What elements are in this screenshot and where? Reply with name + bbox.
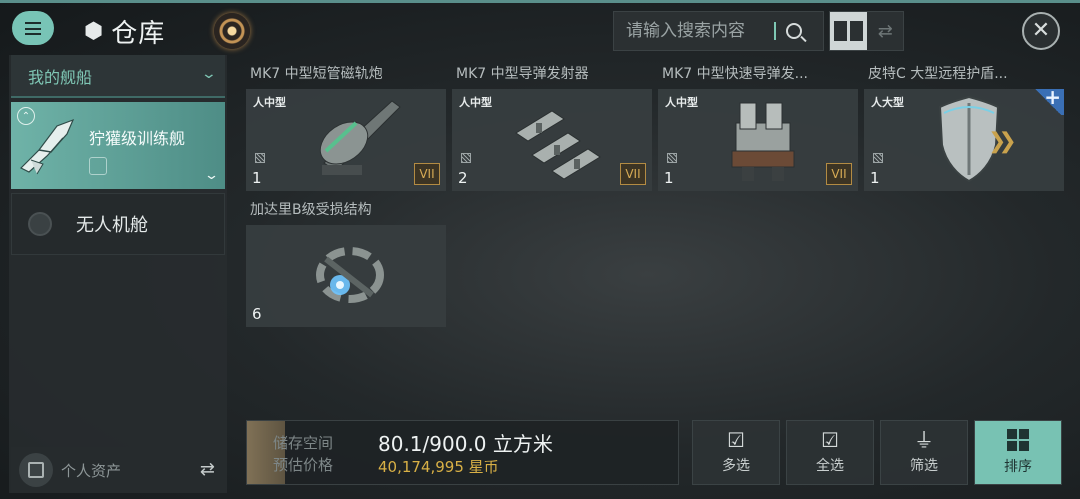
ship-name: 狞獾级训练舰: [89, 129, 186, 148]
structure-icon: [316, 247, 384, 303]
item-name: 加达里B级受损结构: [250, 202, 372, 218]
railgun-icon: [319, 100, 401, 175]
menu-icon: [25, 21, 41, 35]
tier-badge: VII: [826, 163, 852, 185]
price-value: 40,174,995 星币: [378, 458, 499, 476]
search-box: [613, 11, 824, 51]
item-tile[interactable]: 人中型 1 VII: [246, 89, 446, 191]
chevron-down-icon: ⌄: [203, 168, 220, 183]
filter-button[interactable]: ⏚ 筛选: [880, 420, 968, 485]
upgrade-chevron-icon: ❯❯: [988, 129, 1017, 154]
item-meta-icon: [873, 153, 883, 163]
page-title: 仓库: [111, 19, 166, 49]
storage-panel: 储存空间 预估价格 80.1/900.0 立方米 40,174,995 星币: [246, 420, 679, 485]
safe-icon-inner: [28, 462, 44, 478]
filter-icon: ⏚: [914, 428, 934, 452]
item-quantity: 6: [252, 305, 262, 323]
close-button[interactable]: ✕: [1022, 12, 1060, 50]
personal-assets-bar[interactable]: 个人资产 ⇄: [11, 447, 225, 493]
ship-dropdown[interactable]: 我的舰船 ⌄: [11, 55, 225, 98]
item-tile[interactable]: 人中型 1 VII: [658, 89, 858, 191]
inventory-item[interactable]: MK7 中型导弹发射器 人中型 2 VII: [452, 63, 652, 191]
item-size: 人大型: [871, 96, 904, 109]
item-meta-icon: [667, 153, 677, 163]
grid-view-button[interactable]: [830, 12, 868, 50]
sidebar-item-ship[interactable]: ⌃ 狞獾级训练舰 ⌄: [11, 102, 225, 189]
safe-icon: [19, 453, 53, 487]
drone-bay-label: 无人机舱: [76, 215, 148, 236]
tier-badge: VII: [414, 163, 440, 185]
multi-select-button[interactable]: ☑ 多选: [692, 420, 780, 485]
checkbox-icon: ☑: [727, 428, 745, 452]
inventory-item[interactable]: 皮特C 大型远程护盾... 人大型 ❯❯ 1 +: [864, 63, 1064, 191]
rapid-missile-icon: [731, 102, 795, 181]
warehouse-cube-icon: ⬢: [84, 18, 104, 44]
page-title-wrap: ⬢ 仓库: [84, 13, 165, 50]
search-separator: [774, 22, 776, 40]
tier-badge: VII: [620, 163, 646, 185]
item-quantity: 1: [252, 169, 262, 187]
select-all-icon: ☑: [821, 428, 839, 452]
list-view-button[interactable]: ⇄: [867, 12, 903, 50]
view-toggle: ⇄: [829, 11, 904, 51]
item-quantity: 2: [458, 169, 468, 187]
sort-grid-icon: [1007, 429, 1029, 451]
sort-button[interactable]: 排序: [974, 420, 1062, 485]
swap-arrows-icon[interactable]: ⇄: [200, 459, 215, 480]
search-icon[interactable]: [786, 23, 802, 39]
select-all-label: 全选: [816, 458, 844, 474]
item-meta-icon: [461, 153, 471, 163]
price-label: 预估价格: [273, 456, 334, 474]
item-name: MK7 中型导弹发射器: [456, 66, 589, 82]
missile-launcher-icon: [515, 110, 601, 180]
sidebar-item-drone-bay[interactable]: 无人机舱: [11, 193, 225, 255]
multi-select-label: 多选: [722, 458, 750, 474]
item-name: MK7 中型短管磁轨炮: [250, 66, 383, 82]
sidebar: 我的舰船 ⌄ ⌃ 狞獾级训练舰 ⌄ 无人机舱 个人资产 ⇄: [9, 55, 227, 493]
ship-thumbnail-icon: [19, 118, 75, 175]
item-name: 皮特C 大型远程护盾...: [868, 66, 1008, 82]
item-tile[interactable]: 人中型 2 VII: [452, 89, 652, 191]
drone-bay-icon: [28, 212, 52, 236]
item-size: 人中型: [253, 96, 286, 109]
close-icon: ✕: [1031, 18, 1051, 43]
ship-badge-icon: [89, 157, 107, 175]
item-quantity: 1: [870, 169, 880, 187]
item-quantity: 1: [664, 169, 674, 187]
add-corner-button[interactable]: +: [1032, 85, 1064, 115]
item-tile[interactable]: 人大型 ❯❯ 1 +: [864, 85, 1064, 191]
resource-orb-icon[interactable]: [214, 13, 250, 49]
inventory-item[interactable]: 加达里B级受损结构 6: [246, 199, 446, 327]
inventory-item[interactable]: MK7 中型快速导弹发... 人中型 1 VII: [658, 63, 858, 191]
item-size: 人中型: [665, 96, 698, 109]
item-size: 人中型: [459, 96, 492, 109]
grid-view-icon: [834, 21, 848, 41]
ship-dropdown-label: 我的舰船: [28, 67, 93, 87]
grid-view-icon-part: [850, 21, 864, 41]
storage-value: 80.1/900.0 立方米: [378, 432, 553, 456]
swap-arrows-icon: ⇄: [877, 20, 893, 42]
plus-icon: +: [1044, 85, 1061, 109]
chevron-down-icon: ⌄: [200, 66, 218, 82]
inventory-item[interactable]: MK7 中型短管磁轨炮 人中型 1 VII: [246, 63, 446, 191]
header-bar: ⬢ 仓库 ⇄ ✕: [0, 3, 1080, 53]
item-name: MK7 中型快速导弹发...: [662, 66, 808, 82]
item-tile[interactable]: 6: [246, 225, 446, 327]
item-meta-icon: [255, 153, 265, 163]
menu-button[interactable]: [12, 11, 54, 45]
select-all-button[interactable]: ☑ 全选: [786, 420, 874, 485]
storage-label: 储存空间: [273, 434, 334, 452]
search-input[interactable]: [614, 21, 774, 41]
sort-label: 排序: [1004, 459, 1032, 475]
filter-label: 筛选: [910, 458, 938, 474]
personal-assets-label: 个人资产: [61, 461, 122, 480]
